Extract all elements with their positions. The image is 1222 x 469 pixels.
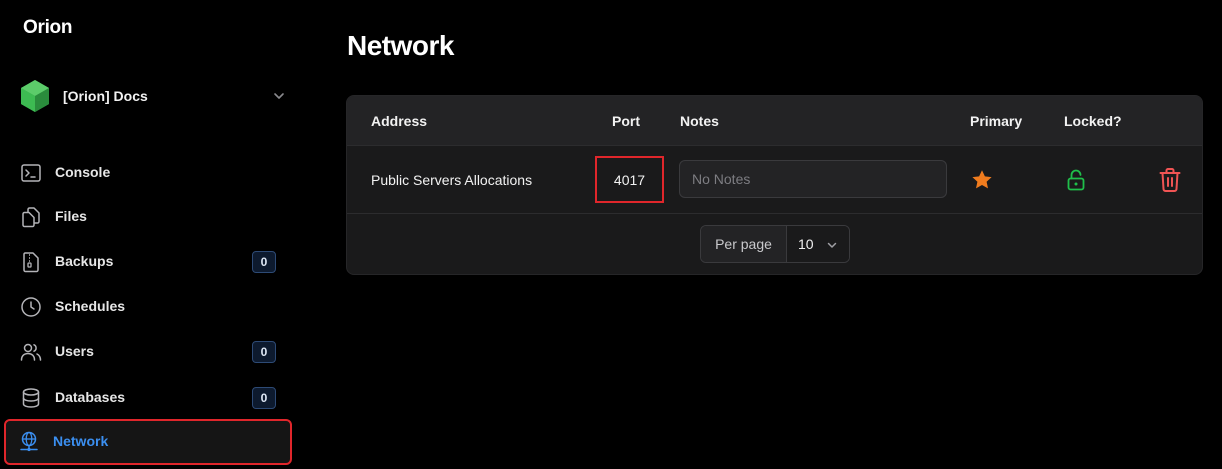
- chevron-down-icon: [274, 93, 284, 99]
- sidebar-item-label: Console: [55, 164, 111, 180]
- table-header: Address Port Notes Primary Locked?: [347, 96, 1202, 146]
- users-count-badge: 0: [252, 341, 276, 363]
- column-header-primary: Primary: [970, 113, 1023, 129]
- column-header-address: Address: [371, 113, 428, 129]
- table-row: Public Servers Allocations 4017: [347, 146, 1202, 214]
- port-value: 4017: [613, 171, 646, 188]
- sidebar-item-backups[interactable]: Backups 0: [8, 241, 290, 281]
- sidebar-item-label: Databases: [55, 389, 126, 405]
- sidebar-item-files[interactable]: Files: [8, 196, 290, 236]
- unlocked-icon: [1067, 169, 1085, 191]
- column-header-locked: Locked?: [1064, 113, 1122, 129]
- sidebar-item-console[interactable]: Console: [8, 152, 290, 192]
- allocation-address: Public Servers Allocations: [371, 172, 533, 188]
- databases-count-badge: 0: [252, 387, 276, 409]
- per-page-select[interactable]: 10: [787, 226, 849, 262]
- allocation-port: 4017: [595, 156, 664, 203]
- sidebar-item-label: Backups: [55, 253, 114, 269]
- sidebar-item-databases[interactable]: Databases 0: [8, 377, 290, 417]
- column-header-notes: Notes: [680, 113, 719, 129]
- terminal-icon: [21, 164, 41, 182]
- server-name: [Orion] Docs: [63, 88, 148, 104]
- backups-count-badge: 0: [252, 251, 276, 273]
- sidebar-item-label: Schedules: [55, 298, 126, 314]
- per-page-label: Per page: [701, 226, 787, 262]
- sidebar-item-schedules[interactable]: Schedules: [8, 286, 290, 326]
- column-header-port: Port: [612, 113, 640, 129]
- star-icon[interactable]: [970, 168, 994, 192]
- allocations-table: Address Port Notes Primary Locked? Publi…: [346, 95, 1203, 275]
- files-icon: [22, 207, 40, 228]
- database-icon: [22, 388, 40, 408]
- sidebar-item-label: Files: [55, 208, 87, 224]
- notes-input[interactable]: [679, 160, 947, 198]
- pagination-per-page: Per page 10: [700, 225, 850, 263]
- brand-title: Orion: [23, 17, 73, 38]
- sidebar-item-label: Network: [53, 433, 109, 449]
- per-page-value: 10: [798, 236, 814, 252]
- sidebar-item-network[interactable]: Network: [4, 419, 292, 465]
- archive-icon: [23, 252, 39, 273]
- server-switcher[interactable]: [Orion] Docs: [20, 79, 290, 113]
- chevron-down-icon: [827, 242, 837, 248]
- trash-icon[interactable]: [1158, 167, 1182, 193]
- sidebar: Orion [Orion] Docs Console Files Backups…: [0, 0, 300, 469]
- sidebar-item-users[interactable]: Users 0: [8, 331, 290, 371]
- green-cube-icon: [21, 80, 49, 112]
- users-icon: [20, 343, 42, 361]
- network-icon: [20, 431, 38, 452]
- clock-icon: [21, 297, 41, 317]
- sidebar-item-label: Users: [55, 343, 94, 359]
- page-title: Network: [347, 30, 454, 61]
